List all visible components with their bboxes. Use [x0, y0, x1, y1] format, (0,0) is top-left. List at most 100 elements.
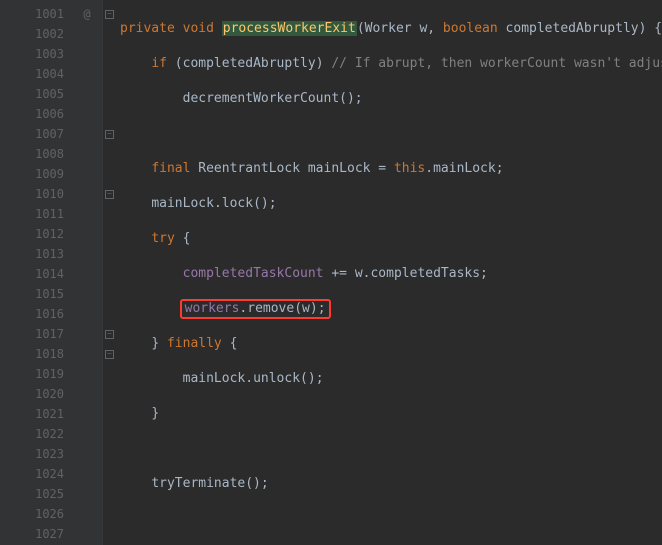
line-number-gutter: 1001100210031004100510061007100810091010…: [0, 0, 72, 545]
annotation-cell: [72, 504, 102, 524]
highlighted-box: workers.remove(w);: [180, 299, 331, 319]
annotation-cell: [72, 144, 102, 164]
fold-toggle[interactable]: [103, 204, 116, 224]
annotation-cell: [72, 84, 102, 104]
line-number: 1004: [0, 64, 72, 84]
line-number: 1011: [0, 204, 72, 224]
annotation-cell: [72, 284, 102, 304]
fold-minus-icon[interactable]: −: [105, 330, 114, 339]
fold-minus-icon[interactable]: −: [105, 10, 114, 19]
annotation-cell: [72, 224, 102, 244]
line-number: 1016: [0, 304, 72, 324]
code-line: final ReentrantLock mainLock = this.main…: [120, 159, 662, 179]
fold-toggle[interactable]: [103, 484, 116, 504]
annotation-cell: [72, 364, 102, 384]
fold-toggle[interactable]: −: [103, 344, 116, 364]
line-number: 1021: [0, 404, 72, 424]
code-line: private void processWorkerExit(Worker w,…: [120, 19, 662, 39]
line-number: 1026: [0, 504, 72, 524]
fold-toggle[interactable]: −: [103, 4, 116, 24]
annotation-cell: [72, 204, 102, 224]
fold-toggle[interactable]: [103, 104, 116, 124]
fold-gutter: − − − − −: [102, 0, 116, 545]
line-number: 1010: [0, 184, 72, 204]
line-number: 1027: [0, 524, 72, 544]
fold-toggle[interactable]: [103, 164, 116, 184]
line-number: 1014: [0, 264, 72, 284]
fold-toggle[interactable]: [103, 284, 116, 304]
annotation-cell: [72, 184, 102, 204]
line-number: 1020: [0, 384, 72, 404]
code-line: decrementWorkerCount();: [120, 89, 662, 109]
annotation-cell: [72, 424, 102, 444]
line-number: 1006: [0, 104, 72, 124]
code-line: workers.remove(w);: [120, 299, 662, 319]
line-number: 1003: [0, 44, 72, 64]
fold-toggle[interactable]: [103, 224, 116, 244]
fold-toggle[interactable]: [103, 364, 116, 384]
fold-toggle[interactable]: [103, 404, 116, 424]
line-number: 1013: [0, 244, 72, 264]
fold-toggle[interactable]: [103, 504, 116, 524]
annotation-cell: [72, 264, 102, 284]
annotation-cell: [72, 444, 102, 464]
annotation-cell: [72, 104, 102, 124]
fold-minus-icon[interactable]: −: [105, 130, 114, 139]
annotation-cell: [72, 484, 102, 504]
fold-toggle[interactable]: [103, 24, 116, 44]
fold-toggle[interactable]: [103, 464, 116, 484]
annotation-cell: [72, 404, 102, 424]
line-number: 1022: [0, 424, 72, 444]
line-number: 1024: [0, 464, 72, 484]
annotation-cell: [72, 244, 102, 264]
annotation-cell: [72, 464, 102, 484]
fold-toggle[interactable]: [103, 304, 116, 324]
fold-toggle[interactable]: [103, 84, 116, 104]
fold-minus-icon[interactable]: −: [105, 190, 114, 199]
line-number: 1009: [0, 164, 72, 184]
fold-toggle[interactable]: [103, 524, 116, 544]
fold-toggle[interactable]: [103, 244, 116, 264]
code-line: completedTaskCount += w.completedTasks;: [120, 264, 662, 284]
annotation-cell: @: [72, 4, 102, 24]
code-line: } finally {: [120, 334, 662, 354]
fold-toggle[interactable]: [103, 64, 116, 84]
annotation-cell: [72, 304, 102, 324]
annotation-cell: [72, 324, 102, 344]
annotation-cell: [72, 44, 102, 64]
annotation-cell: [72, 384, 102, 404]
line-number: 1019: [0, 364, 72, 384]
code-editor[interactable]: private void processWorkerExit(Worker w,…: [116, 0, 662, 545]
fold-toggle[interactable]: [103, 384, 116, 404]
line-number: 1001: [0, 4, 72, 24]
code-line: [120, 124, 662, 144]
code-line: [120, 439, 662, 459]
line-number: 1005: [0, 84, 72, 104]
line-number: 1023: [0, 444, 72, 464]
fold-toggle[interactable]: [103, 264, 116, 284]
line-number: 1025: [0, 484, 72, 504]
fold-toggle[interactable]: −: [103, 124, 116, 144]
code-line: tryTerminate();: [120, 474, 662, 494]
fold-toggle[interactable]: −: [103, 184, 116, 204]
code-line: }: [120, 404, 662, 424]
fold-minus-icon[interactable]: −: [105, 350, 114, 359]
fold-toggle[interactable]: [103, 44, 116, 64]
code-line: mainLock.unlock();: [120, 369, 662, 389]
line-number: 1002: [0, 24, 72, 44]
fold-toggle[interactable]: [103, 144, 116, 164]
code-line: [120, 509, 662, 529]
code-line: if (completedAbruptly) // If abrupt, the…: [120, 54, 662, 74]
line-number: 1008: [0, 144, 72, 164]
line-number: 1012: [0, 224, 72, 244]
annotation-cell: [72, 524, 102, 544]
fold-toggle[interactable]: [103, 424, 116, 444]
annotation-cell: [72, 64, 102, 84]
fold-toggle[interactable]: [103, 444, 116, 464]
highlighted-method: processWorkerExit: [222, 21, 357, 36]
line-number: 1018: [0, 344, 72, 364]
line-number: 1015: [0, 284, 72, 304]
annotation-cell: [72, 124, 102, 144]
fold-toggle[interactable]: −: [103, 324, 116, 344]
annotation-cell: [72, 24, 102, 44]
